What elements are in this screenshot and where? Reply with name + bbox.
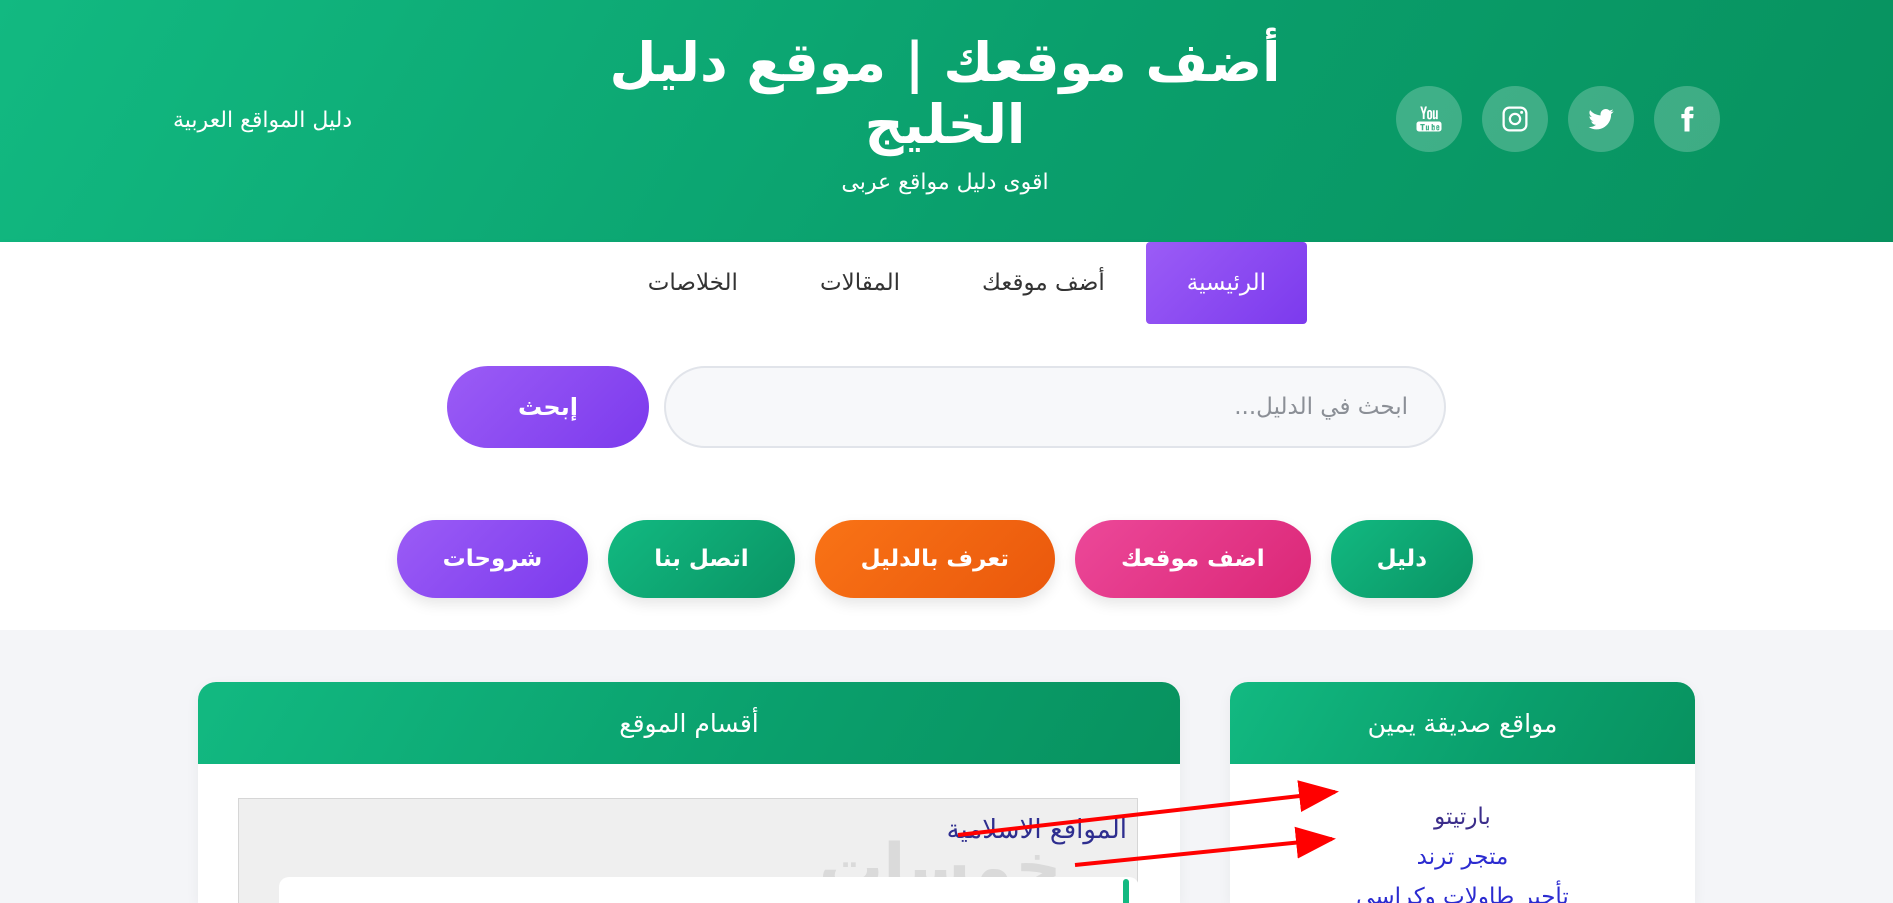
sections-panel: أقسام الموقع خمسات المواقع الاسلامية — [198, 682, 1180, 903]
main-nav: الرئيسية أضف موقعك المقالات الخلاصات — [0, 242, 1893, 324]
instagram-icon — [1502, 106, 1528, 132]
social-links — [1396, 86, 1720, 152]
friends-list: بارتيتو متجر ترند تأجير طاولات وكراسي — [1230, 764, 1695, 903]
sections-box: خمسات المواقع الاسلامية — [238, 798, 1139, 903]
site-header: أضف موقعك | موقع دليل الخليج اقوى دليل م… — [0, 0, 1893, 242]
search-button[interactable]: إبحث — [447, 366, 649, 448]
nav-item-feeds[interactable]: الخلاصات — [607, 242, 779, 324]
green-accent-bar — [1123, 879, 1129, 903]
twitter-icon — [1588, 108, 1614, 130]
site-title[interactable]: أضف موقعك | موقع دليل الخليج — [600, 32, 1290, 156]
quick-link-tutorials[interactable]: شروحات — [396, 520, 589, 598]
friends-panel-title: مواقع صديقة يمين — [1230, 682, 1695, 764]
nav-items: الرئيسية أضف موقعك المقالات الخلاصات — [607, 242, 1307, 324]
twitter-button[interactable] — [1568, 86, 1634, 152]
youtube-icon — [1416, 106, 1442, 132]
sections-inner-card — [279, 877, 1139, 903]
facebook-button[interactable] — [1654, 86, 1720, 152]
quick-link-about[interactable]: تعرف بالدليل — [814, 520, 1055, 598]
search-input[interactable] — [664, 366, 1446, 448]
sections-panel-title: أقسام الموقع — [198, 682, 1180, 764]
section-link-islamic[interactable]: المواقع الاسلامية — [947, 815, 1127, 845]
nav-item-add-site[interactable]: أضف موقعك — [941, 242, 1146, 324]
friend-link-table-rental[interactable]: تأجير طاولات وكراسي — [1356, 882, 1569, 903]
quick-links: دليل اضف موقعك تعرف بالدليل اتصل بنا شرو… — [396, 520, 1473, 598]
nav-item-articles[interactable]: المقالات — [779, 242, 941, 324]
quick-link-directory[interactable]: دليل — [1330, 520, 1473, 598]
friend-link-partito[interactable]: بارتيتو — [1434, 802, 1491, 832]
search-section: إبحث دليل اضف موقعك تعرف بالدليل اتصل بن… — [0, 324, 1893, 630]
instagram-button[interactable] — [1482, 86, 1548, 152]
friend-link-trend-store[interactable]: متجر ترند — [1417, 842, 1509, 872]
facebook-icon — [1681, 106, 1694, 132]
site-tagline: اقوى دليل مواقع عربى — [841, 170, 1049, 195]
quick-link-contact[interactable]: اتصل بنا — [608, 520, 795, 598]
friends-panel: مواقع صديقة يمين بارتيتو متجر ترند تأجير… — [1230, 682, 1695, 903]
youtube-button[interactable] — [1396, 86, 1462, 152]
quick-link-add-site[interactable]: اضف موقعك — [1075, 520, 1311, 598]
nav-item-home[interactable]: الرئيسية — [1145, 242, 1307, 324]
header-directory-link[interactable]: دليل المواقع العربية — [173, 108, 352, 133]
